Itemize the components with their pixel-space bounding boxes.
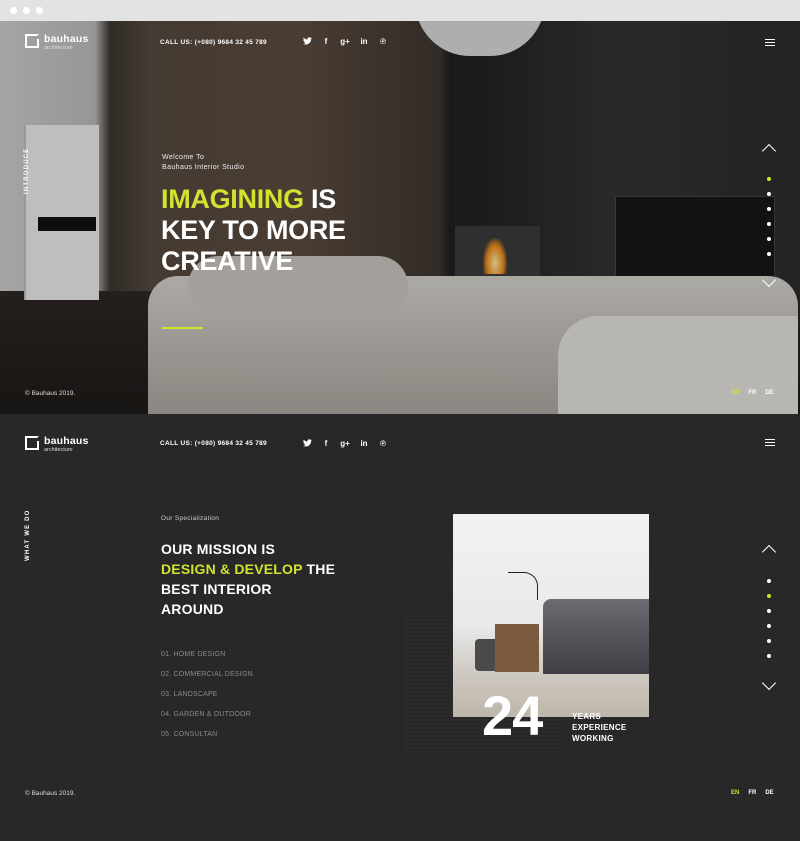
service-item[interactable]: 01. HOME DESIGN bbox=[161, 651, 253, 671]
section-pager bbox=[759, 544, 779, 691]
service-item[interactable]: 02. COMMERCIAL DESIGN bbox=[161, 671, 253, 691]
bed bbox=[543, 599, 649, 674]
lang-fr[interactable]: FR bbox=[748, 790, 756, 796]
hero-overlay bbox=[0, 21, 800, 414]
linkedin-icon[interactable]: in bbox=[359, 36, 369, 46]
hamburger-menu-icon[interactable] bbox=[765, 439, 775, 447]
service-item[interactable]: 04. GARDEN & OUTDOOR bbox=[161, 711, 253, 731]
logo-name: bauhaus bbox=[44, 435, 89, 447]
section-header: bauhaus architecture CALL US: (+080) 968… bbox=[0, 414, 800, 458]
mission-line-4: AROUND bbox=[161, 601, 224, 617]
years-number: 24 bbox=[482, 684, 543, 747]
mission-line-1: OUR MISSION IS bbox=[161, 541, 276, 557]
phone-number: CALL US: (+080) 9684 32 45 789 bbox=[160, 440, 267, 447]
accent-divider bbox=[162, 327, 203, 329]
wooden-stool bbox=[495, 624, 539, 672]
hamburger-menu-icon[interactable] bbox=[765, 39, 775, 47]
copyright: © Bauhaus 2019. bbox=[25, 390, 76, 397]
services-list: 01. HOME DESIGN 02. COMMERCIAL DESIGN 03… bbox=[161, 651, 253, 751]
social-links: f g+ in ℗ bbox=[302, 438, 388, 448]
service-item[interactable]: 03. LANDSCAPE bbox=[161, 691, 253, 711]
logo[interactable]: bauhaus architecture bbox=[25, 436, 89, 453]
lang-en[interactable]: EN bbox=[731, 390, 739, 396]
logo[interactable]: bauhaus architecture bbox=[25, 34, 89, 51]
service-item[interactable]: 05. CONSULTAN bbox=[161, 731, 253, 751]
mission-heading: OUR MISSION IS DESIGN & DEVELOP THE BEST… bbox=[161, 539, 335, 619]
specialization-kicker: Our Specialization bbox=[161, 515, 220, 522]
years-label-line-3: WORKING bbox=[572, 734, 614, 743]
side-label-what-we-do: WHAT WE DO bbox=[25, 509, 31, 561]
logo-name: bauhaus bbox=[44, 33, 89, 45]
side-label-introduce: INTRODUCE bbox=[24, 147, 30, 194]
google-plus-icon[interactable]: g+ bbox=[340, 36, 350, 46]
logo-mark-icon bbox=[25, 34, 39, 48]
copyright: © Bauhaus 2019. bbox=[25, 790, 76, 797]
what-we-do-section: bauhaus architecture CALL US: (+080) 968… bbox=[0, 414, 800, 841]
lang-de[interactable]: DE bbox=[765, 790, 773, 796]
chevron-down-icon[interactable] bbox=[761, 675, 777, 691]
years-label: YEARS EXPERIENCE WORKING bbox=[572, 711, 627, 744]
language-switcher: EN FR DE bbox=[731, 390, 774, 396]
headline-line-3: CREATIVE bbox=[161, 246, 294, 276]
browser-chrome bbox=[0, 0, 800, 21]
hero-headline: IMAGINING IS KEY TO MORE CREATIVE bbox=[161, 184, 346, 277]
hero-section-pager bbox=[759, 143, 779, 288]
pinterest-icon[interactable]: ℗ bbox=[378, 438, 388, 448]
window-dot bbox=[36, 7, 43, 14]
welcome-line-2: Bauhaus Interior Studio bbox=[162, 164, 245, 171]
lang-en[interactable]: EN bbox=[731, 790, 739, 796]
logo-mark-icon bbox=[25, 436, 39, 450]
headline-rest: IS bbox=[303, 184, 336, 214]
twitter-icon[interactable] bbox=[302, 438, 312, 448]
logo-tagline: architecture bbox=[44, 446, 73, 453]
wall-lamp bbox=[508, 572, 538, 600]
mission-line-2-rest: THE bbox=[302, 561, 336, 577]
logo-tagline: architecture bbox=[44, 44, 73, 51]
social-links: f g+ in ℗ bbox=[302, 36, 388, 46]
facebook-icon[interactable]: f bbox=[321, 36, 331, 46]
pinterest-icon[interactable]: ℗ bbox=[378, 36, 388, 46]
lang-fr[interactable]: FR bbox=[748, 390, 756, 396]
linkedin-icon[interactable]: in bbox=[359, 438, 369, 448]
phone-number: CALL US: (+080) 9684 32 45 789 bbox=[160, 39, 267, 46]
headline-accent: IMAGINING bbox=[161, 184, 304, 214]
hero-section: bauhaus architecture CALL US: (+080) 968… bbox=[0, 21, 800, 414]
mission-accent: DESIGN & DEVELOP bbox=[161, 561, 303, 577]
lang-de[interactable]: DE bbox=[765, 390, 773, 396]
mission-line-3: BEST INTERIOR bbox=[161, 581, 272, 597]
facebook-icon[interactable]: f bbox=[321, 438, 331, 448]
years-label-line-1: YEARS bbox=[572, 712, 602, 721]
headline-line-2: KEY TO MORE bbox=[161, 215, 346, 245]
hero-header: bauhaus architecture CALL US: (+080) 968… bbox=[0, 21, 800, 65]
years-label-line-2: EXPERIENCE bbox=[572, 723, 627, 732]
google-plus-icon[interactable]: g+ bbox=[340, 438, 350, 448]
chevron-down-icon[interactable] bbox=[761, 272, 777, 288]
welcome-line-1: Welcome To bbox=[162, 154, 205, 161]
window-dot bbox=[10, 7, 17, 14]
twitter-icon[interactable] bbox=[302, 36, 312, 46]
hero-welcome: Welcome To Bauhaus Interior Studio bbox=[162, 153, 244, 173]
window-dot bbox=[23, 7, 30, 14]
language-switcher: EN FR DE bbox=[731, 790, 774, 796]
